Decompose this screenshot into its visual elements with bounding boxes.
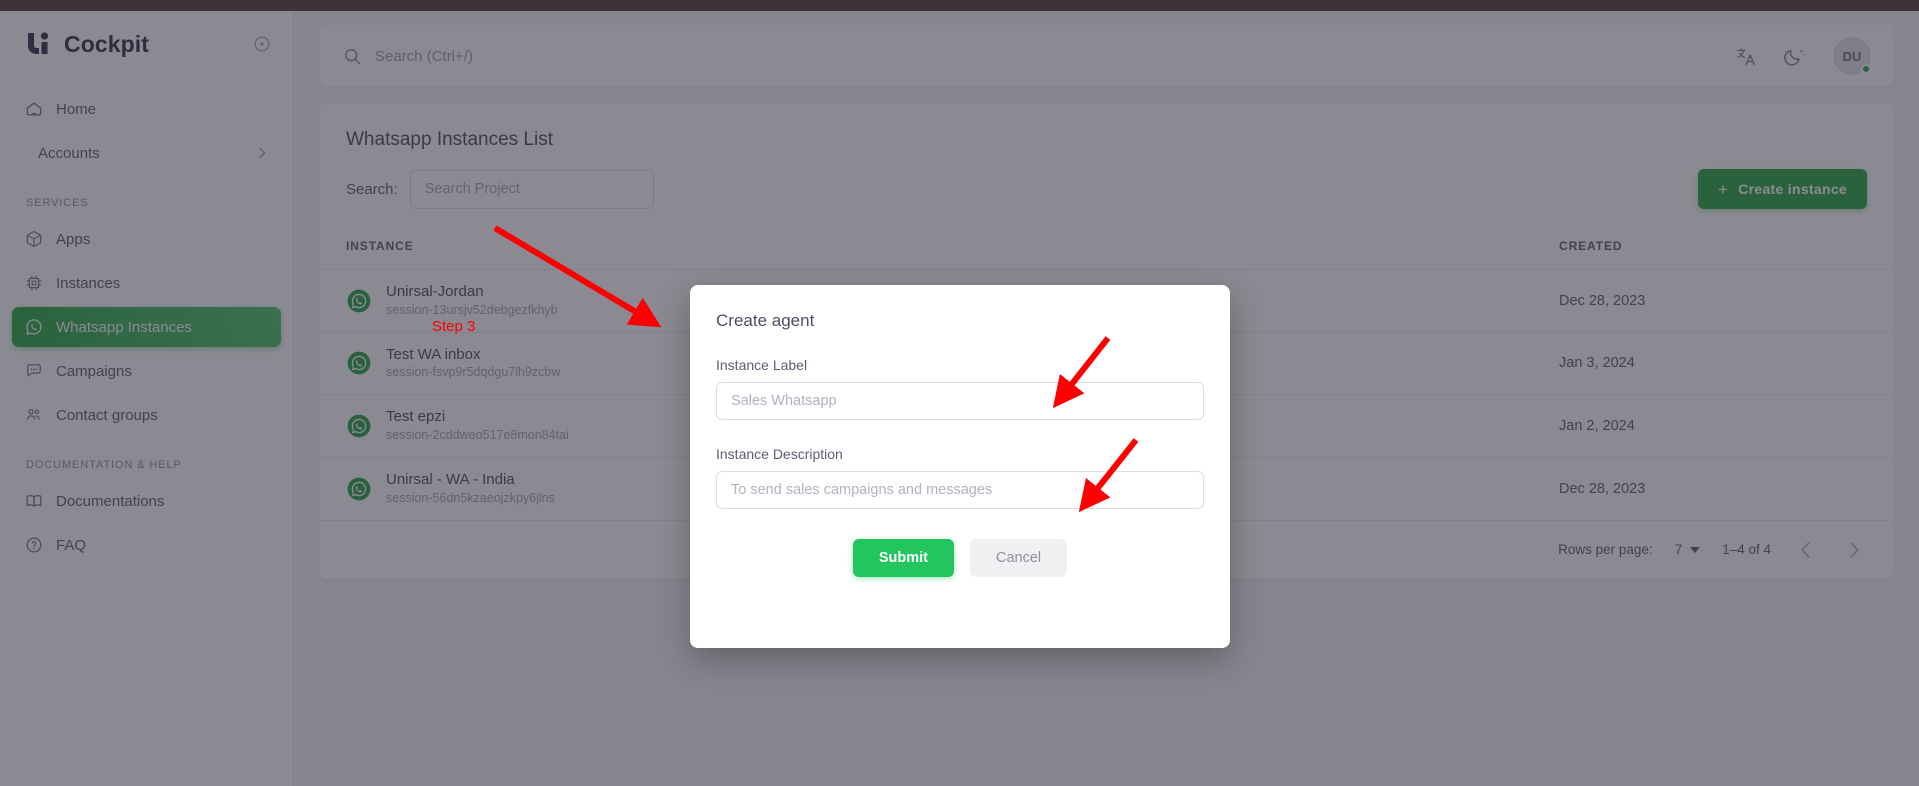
field-instance-label: Instance Label	[716, 357, 1204, 420]
dialog-actions: Submit Cancel	[716, 539, 1204, 577]
cancel-button[interactable]: Cancel	[970, 539, 1068, 577]
create-agent-dialog: Create agent Instance Label Instance Des…	[690, 285, 1230, 648]
field-instance-description: Instance Description	[716, 446, 1204, 509]
instance-description-input[interactable]	[716, 471, 1204, 509]
app-root: Cockpit Home Accounts SERVICES	[0, 0, 1919, 786]
browser-chrome-strip	[0, 0, 1919, 11]
field-label: Instance Description	[716, 446, 843, 462]
submit-button[interactable]: Submit	[852, 539, 954, 577]
dialog-title: Create agent	[716, 311, 815, 330]
instance-label-input[interactable]	[716, 382, 1204, 420]
field-label: Instance Label	[716, 357, 808, 373]
